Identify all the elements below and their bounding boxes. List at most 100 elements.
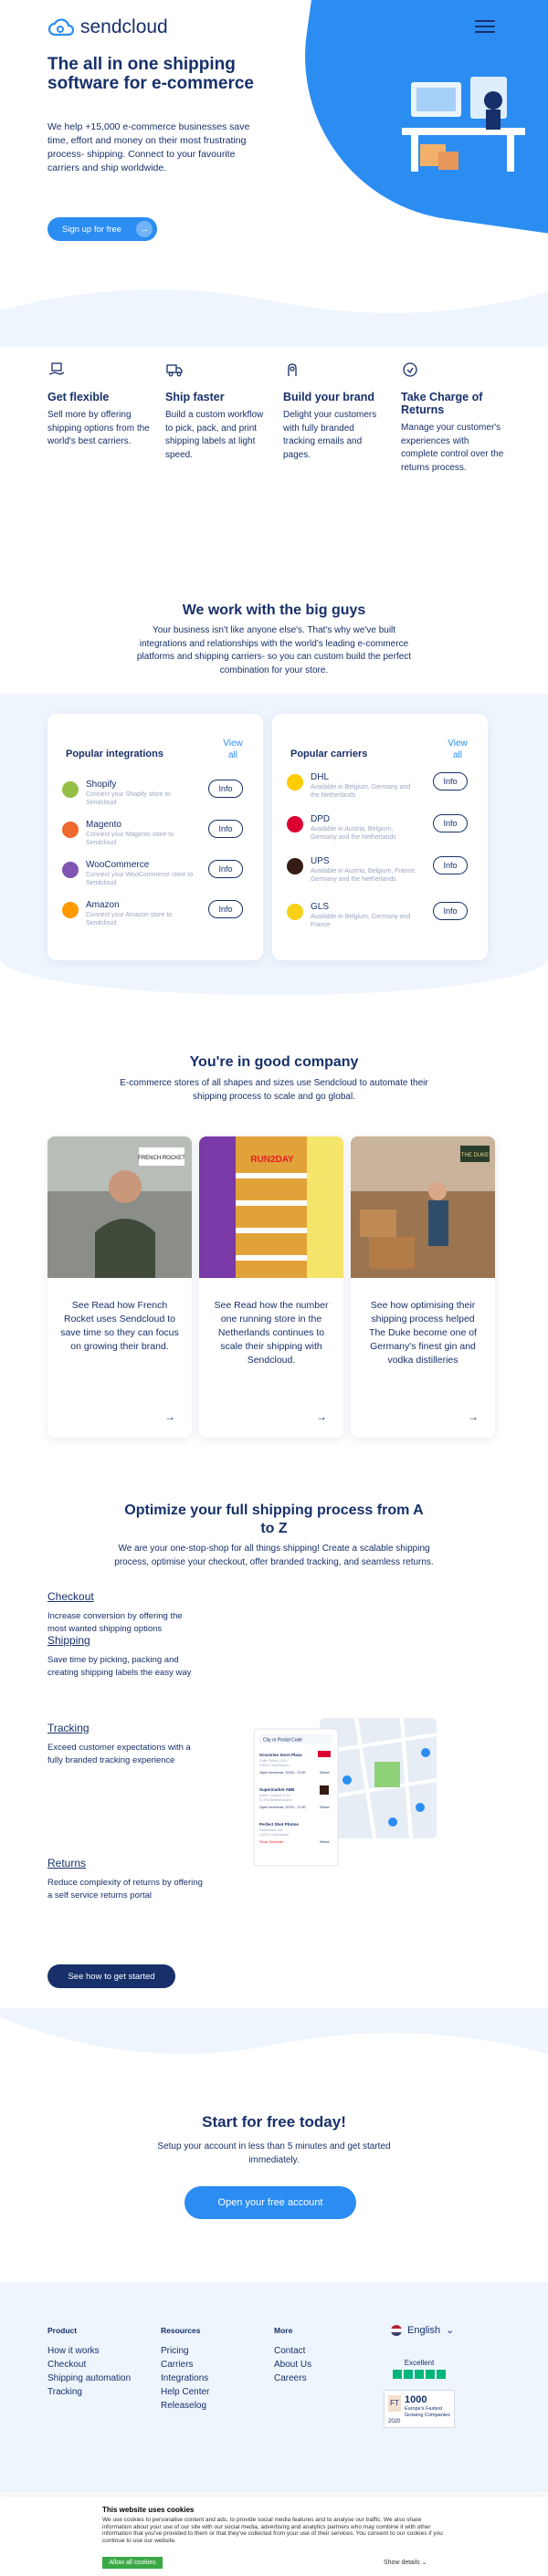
- mock-row-line2: Calle Fisher 1324: [259, 1759, 287, 1763]
- integration-info-button[interactable]: Info: [208, 860, 243, 878]
- carrier-info-button[interactable]: Info: [433, 814, 468, 832]
- gls-logo-icon: [287, 904, 303, 920]
- star-icon: [393, 2370, 402, 2379]
- footer-link[interactable]: Tracking: [47, 2385, 131, 2399]
- story-card-the-duke[interactable]: THE DUKE See how optimising their shippi…: [351, 1136, 495, 1438]
- integration-row-shopify: Shopify Connect your Shopify store to Se…: [62, 778, 250, 812]
- big-guys-text: Your business isn't like anyone else's. …: [136, 625, 412, 675]
- trustpilot-badge[interactable]: Excellent: [384, 2359, 455, 2379]
- carrier-name: DPD: [311, 814, 331, 824]
- optimize-item-text: Reduce complexity of returns by offering…: [47, 1878, 203, 1901]
- arrow-right-icon: →: [136, 221, 153, 237]
- feature-title: Ship faster: [165, 391, 225, 403]
- footer-link[interactable]: Releaselog: [161, 2399, 209, 2413]
- hamburger-menu-icon[interactable]: [475, 20, 495, 35]
- story-card-french-rocket[interactable]: FRENCH ROCKET See Read how French Rocket…: [47, 1136, 192, 1438]
- star-icon: [437, 2370, 446, 2379]
- feature-text: Sell more by offering shipping options f…: [47, 410, 150, 446]
- footer-link[interactable]: How it works: [47, 2344, 131, 2358]
- chevron-down-icon: ⌄: [421, 2560, 427, 2566]
- ft-year: 2020: [388, 2419, 401, 2424]
- big-guys-title: We work with the big guys: [182, 602, 366, 618]
- dpd-logo-icon: [287, 816, 303, 832]
- ft-text: Europe's Fastest Growing Companies: [405, 2406, 450, 2418]
- magento-logo-icon: [62, 822, 79, 838]
- the-duke-photo: THE DUKE: [351, 1136, 495, 1278]
- integration-row-amazon: Amazon Connect your Amazon store to Send…: [62, 898, 250, 933]
- integration-desc: Connect your Shopify store to Sendcloud: [86, 791, 171, 806]
- feature-text: Manage your customer's experiences with …: [401, 423, 504, 473]
- feature-get-flexible: Get flexible Sell more by offering shipp…: [47, 361, 153, 475]
- carrier-name: UPS: [311, 856, 330, 866]
- checkout-map-mockup: City or Postal Code Groceries Store Plaz…: [253, 1717, 437, 1867]
- signup-button[interactable]: Sign up for free →: [47, 217, 157, 241]
- allow-cookies-button[interactable]: Allow all cookies: [102, 2557, 163, 2569]
- story-badge: FRENCH ROCKET: [138, 1156, 185, 1161]
- feature-text: Build a custom workflow to pick, pack, a…: [165, 410, 264, 460]
- optimize-item-checkout[interactable]: Checkout Increase conversion by offering…: [47, 1590, 203, 1636]
- logo[interactable]: sendcloud: [47, 16, 168, 38]
- integration-info-button[interactable]: Info: [208, 820, 243, 838]
- carriers-card: Popular carriers View all DHL Available …: [272, 714, 488, 960]
- get-started-button[interactable]: See how to get started: [47, 1964, 175, 1988]
- footer-link[interactable]: Integrations: [161, 2372, 209, 2385]
- optimize-item-tracking[interactable]: Tracking Exceed customer expectations wi…: [47, 1722, 203, 1767]
- integration-desc: Connect your Magento store to Sendcloud: [86, 832, 174, 846]
- footer-link[interactable]: About Us: [274, 2358, 311, 2372]
- optimize-item-title[interactable]: Returns: [47, 1857, 203, 1869]
- cookie-title: This website uses cookies: [102, 2506, 195, 2514]
- arrow-right-icon[interactable]: →: [316, 1410, 327, 1423]
- mock-row-meta: Open tomorrow: 10:00 - 17:00: [259, 1771, 306, 1775]
- footer-link[interactable]: Pricing: [161, 2344, 209, 2358]
- carrier-info-button[interactable]: Info: [433, 772, 468, 791]
- box-hand-icon: [48, 362, 65, 375]
- cta-text: Setup your account in less than 5 minute…: [157, 2141, 391, 2165]
- optimize-item-title[interactable]: Checkout: [47, 1590, 203, 1603]
- open-account-button[interactable]: Open your free account: [184, 2186, 356, 2219]
- carriers-view-all-link[interactable]: View all: [444, 738, 471, 761]
- story-text: See Read how French Rocket uses Sendclou…: [60, 1300, 179, 1352]
- integration-info-button[interactable]: Info: [208, 900, 243, 918]
- mock-row-link: Select: [320, 1771, 330, 1775]
- logo-text: sendcloud: [80, 16, 168, 37]
- footer-link[interactable]: Checkout: [47, 2358, 131, 2372]
- integration-info-button[interactable]: Info: [208, 780, 243, 798]
- footer-link[interactable]: Carriers: [161, 2358, 209, 2372]
- optimize-title: Optimize your full shipping process from…: [124, 1503, 424, 1536]
- amazon-logo-icon: [62, 902, 79, 918]
- dhl-logo-icon: [287, 774, 303, 791]
- language-selector[interactable]: English ⌄: [391, 2324, 454, 2336]
- carrier-info-button[interactable]: Info: [433, 856, 468, 874]
- carrier-name: GLS: [311, 902, 330, 912]
- carrier-name: DHL: [311, 772, 330, 782]
- integrations-title: Popular integrations: [66, 749, 163, 759]
- feature-build-brand: Build your brand Delight your customers …: [283, 361, 388, 475]
- footer-link[interactable]: Help Center: [161, 2385, 209, 2399]
- story-text: See how optimising their shipping proces…: [369, 1300, 477, 1366]
- story-text: See Read how the number one running stor…: [214, 1300, 329, 1366]
- optimize-item-shipping[interactable]: Shipping Save time by picking, packing a…: [47, 1634, 203, 1680]
- optimize-item-title[interactable]: Tracking: [47, 1722, 203, 1734]
- optimize-item-returns[interactable]: Returns Reduce complexity of returns by …: [47, 1857, 203, 1902]
- story-card-run2day[interactable]: RUN2DAY See Read how the number one runn…: [199, 1136, 343, 1438]
- integrations-view-all-link[interactable]: View all: [219, 738, 247, 761]
- mock-row-name: Supermarket ABB: [259, 1787, 295, 1792]
- optimize-item-title[interactable]: Shipping: [47, 1634, 203, 1647]
- arrow-right-icon[interactable]: →: [164, 1410, 175, 1423]
- footer-column-title: More: [274, 2326, 293, 2335]
- carrier-info-button[interactable]: Info: [433, 902, 468, 920]
- optimize-item-text: Exceed customer expectations with a full…: [47, 1743, 191, 1765]
- integration-desc: Connect your Amazon store to Sendcloud: [86, 912, 173, 927]
- arrow-right-icon[interactable]: →: [468, 1410, 479, 1423]
- run2day-photo: RUN2DAY: [199, 1136, 343, 1278]
- footer-link[interactable]: Careers: [274, 2372, 311, 2385]
- shopify-logo-icon: [62, 781, 79, 798]
- language-label: English: [407, 2324, 441, 2336]
- footer-link[interactable]: Contact: [274, 2344, 311, 2358]
- show-details-link[interactable]: Show details ⌄: [384, 2559, 427, 2566]
- integration-name: Amazon: [86, 900, 120, 910]
- integration-name: WooCommerce: [86, 860, 150, 870]
- integration-row-woocommerce: WooCommerce Connect your WooCommerce sto…: [62, 858, 250, 893]
- hero-section: sendcloud The all in one shipping softwa…: [0, 0, 548, 347]
- footer-link[interactable]: Shipping automation: [47, 2372, 131, 2385]
